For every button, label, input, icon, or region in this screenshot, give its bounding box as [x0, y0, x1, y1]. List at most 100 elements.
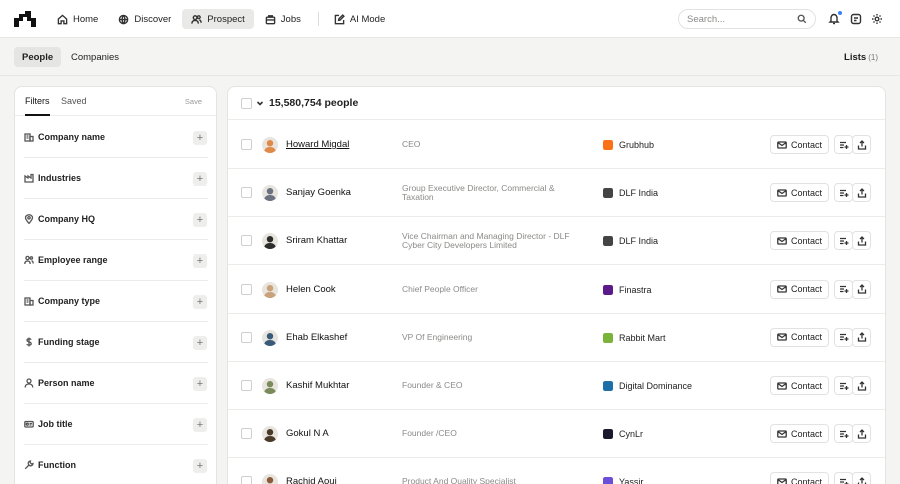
search-box[interactable]: [678, 9, 816, 29]
select-all-checkbox[interactable]: [241, 98, 252, 109]
add-filter-button[interactable]: +: [193, 172, 207, 186]
contact-button[interactable]: Contact: [770, 376, 829, 395]
person-name-link[interactable]: Howard Migdal: [286, 139, 349, 150]
notifications-button[interactable]: [828, 11, 842, 25]
avatar[interactable]: [262, 185, 278, 202]
avatar[interactable]: [262, 281, 278, 298]
avatar[interactable]: [262, 426, 278, 443]
person-name-link[interactable]: Helen Cook: [286, 284, 336, 295]
add-to-list-button[interactable]: [834, 472, 853, 484]
nav-home[interactable]: Home: [48, 9, 107, 29]
save-filters-button[interactable]: Save: [185, 97, 202, 106]
company-name-link[interactable]: Digital Dominance: [619, 381, 692, 391]
export-button[interactable]: [852, 183, 871, 203]
table-row[interactable]: Howard Migdal CEO Grubhub Contact: [228, 121, 885, 169]
row-checkbox[interactable]: [241, 380, 252, 391]
person-name-link[interactable]: Rachid Aoui: [286, 476, 337, 484]
tab-saved[interactable]: Saved: [61, 96, 87, 106]
person-name-link[interactable]: Sanjay Goenka: [286, 187, 351, 198]
add-filter-button[interactable]: +: [193, 254, 207, 268]
contact-button[interactable]: Contact: [770, 135, 829, 154]
add-filter-button[interactable]: +: [193, 213, 207, 227]
company-name-link[interactable]: Yassir: [619, 477, 643, 484]
tab-companies[interactable]: Companies: [63, 47, 127, 67]
filter-industries[interactable]: Industries +: [24, 158, 208, 199]
contact-button[interactable]: Contact: [770, 327, 829, 347]
contact-button[interactable]: Contact: [770, 424, 829, 444]
filter-company-name[interactable]: Company name +: [24, 117, 208, 158]
add-to-list-button[interactable]: [834, 231, 853, 251]
add-to-list-button[interactable]: [834, 279, 853, 299]
company-logo-icon[interactable]: [603, 140, 613, 150]
company-name-link[interactable]: Grubhub: [619, 140, 654, 150]
avatar[interactable]: [262, 233, 278, 250]
row-checkbox[interactable]: [241, 235, 252, 247]
company-logo-icon[interactable]: [603, 188, 613, 199]
filter-function[interactable]: Function +: [24, 445, 208, 484]
avatar[interactable]: [262, 137, 278, 153]
filter-person-name[interactable]: Person name +: [24, 363, 208, 404]
tab-filters[interactable]: Filters: [25, 96, 50, 116]
nav-jobs[interactable]: Jobs: [256, 9, 310, 29]
add-filter-button[interactable]: +: [193, 459, 207, 473]
nav-prospect[interactable]: Prospect: [182, 9, 254, 29]
add-filter-button[interactable]: +: [193, 336, 207, 350]
add-to-list-button[interactable]: [834, 424, 853, 444]
add-filter-button[interactable]: +: [193, 295, 207, 309]
company-name-link[interactable]: CynLr: [619, 429, 643, 439]
add-filter-button[interactable]: +: [193, 131, 207, 145]
logo-icon[interactable]: [14, 11, 36, 27]
search-icon[interactable]: [797, 14, 807, 24]
contact-button[interactable]: Contact: [770, 183, 829, 203]
export-button[interactable]: [852, 472, 871, 484]
lists-button[interactable]: Lists (1): [844, 52, 878, 63]
filter-company-type[interactable]: Company type +: [24, 281, 208, 322]
add-to-list-button[interactable]: [834, 183, 853, 203]
avatar[interactable]: [262, 378, 278, 394]
table-row[interactable]: Gokul N A Founder /CEO CynLr Contact: [228, 410, 885, 459]
export-button[interactable]: [852, 376, 871, 395]
filter-job-title[interactable]: Job title +: [24, 404, 208, 445]
tab-people[interactable]: People: [14, 47, 62, 67]
table-row[interactable]: Sriram Khattar Vice Chairman and Managing…: [228, 217, 885, 266]
filter-company-hq[interactable]: Company HQ +: [24, 199, 208, 240]
export-button[interactable]: [852, 327, 871, 347]
nav-ai-mode[interactable]: AI Mode: [325, 9, 394, 29]
person-name-link[interactable]: Ehab Elkashef: [286, 332, 347, 343]
add-to-list-button[interactable]: [834, 376, 853, 395]
export-button[interactable]: [852, 279, 871, 299]
search-input[interactable]: [687, 13, 787, 25]
settings-button[interactable]: [871, 13, 883, 25]
company-name-link[interactable]: Finastra: [619, 285, 652, 295]
contact-button[interactable]: Contact: [770, 279, 829, 299]
contact-button[interactable]: Contact: [770, 231, 829, 251]
add-to-list-button[interactable]: [834, 135, 853, 154]
company-name-link[interactable]: DLF India: [619, 188, 658, 198]
filter-employee-range[interactable]: Employee range +: [24, 240, 208, 281]
company-logo-icon[interactable]: [603, 477, 613, 484]
company-name-link[interactable]: DLF India: [619, 236, 658, 246]
row-checkbox[interactable]: [241, 476, 252, 484]
company-logo-icon[interactable]: [603, 381, 613, 391]
company-name-link[interactable]: Rabbit Mart: [619, 333, 666, 343]
person-name-link[interactable]: Kashif Mukhtar: [286, 380, 349, 391]
add-filter-button[interactable]: +: [193, 377, 207, 391]
row-checkbox[interactable]: [241, 283, 252, 295]
chevron-down-icon[interactable]: [256, 99, 264, 107]
avatar[interactable]: [262, 474, 278, 484]
table-row[interactable]: Rachid Aoui Product And Quality Specialis…: [228, 458, 885, 484]
person-name-link[interactable]: Sriram Khattar: [286, 235, 347, 246]
table-row[interactable]: Ehab Elkashef VP Of Engineering Rabbit Mar…: [228, 314, 885, 362]
row-checkbox[interactable]: [241, 187, 252, 199]
company-logo-icon[interactable]: [603, 429, 613, 440]
person-name-link[interactable]: Gokul N A: [286, 428, 329, 439]
row-checkbox[interactable]: [241, 428, 252, 440]
company-logo-icon[interactable]: [603, 284, 613, 295]
add-filter-button[interactable]: +: [193, 418, 207, 432]
export-button[interactable]: [852, 424, 871, 444]
row-checkbox[interactable]: [241, 139, 252, 150]
contact-button[interactable]: Contact: [770, 472, 829, 484]
export-button[interactable]: [852, 231, 871, 251]
row-checkbox[interactable]: [241, 331, 252, 343]
messages-button[interactable]: [850, 13, 862, 25]
